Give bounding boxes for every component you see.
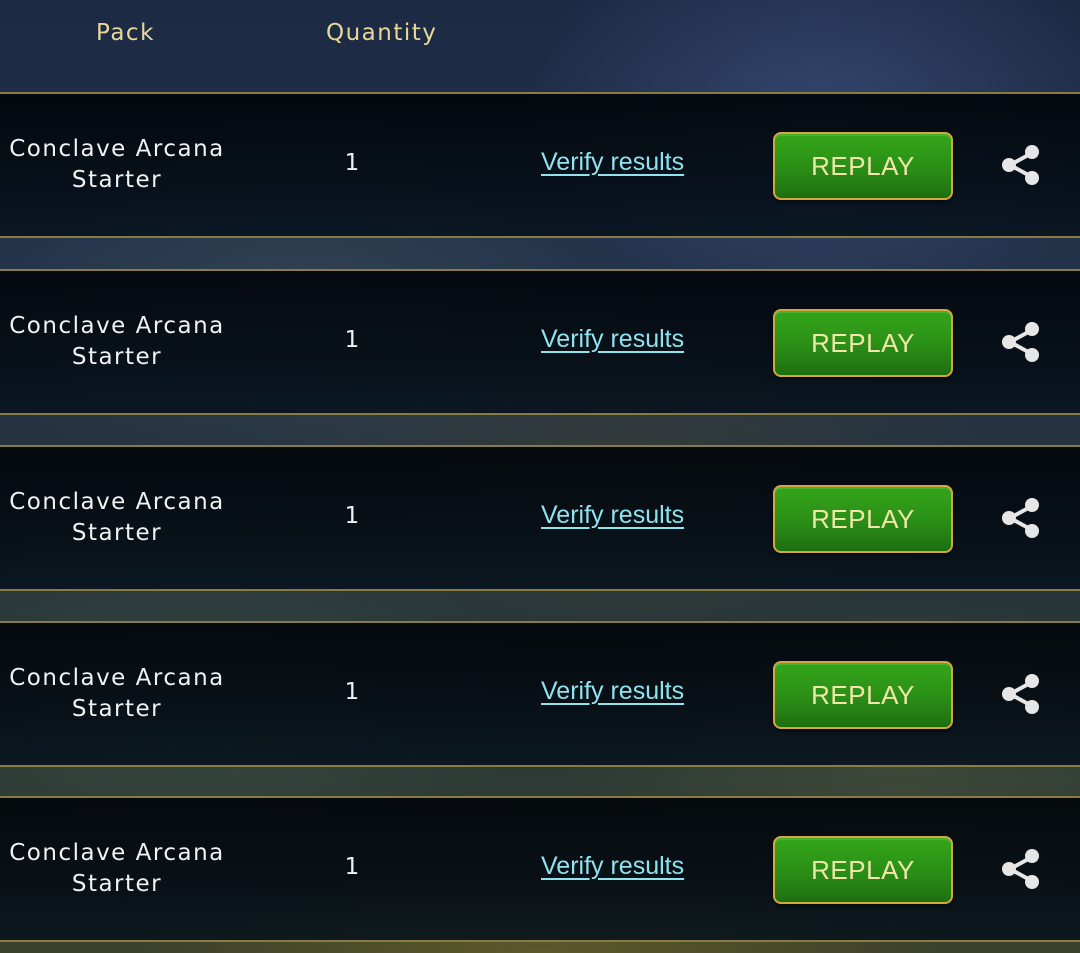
column-header-pack: Pack [96, 20, 155, 46]
pack-name: Conclave Arcana Starter [0, 663, 234, 725]
verify-results-link[interactable]: Verify results [541, 677, 684, 706]
pack-name-line1: Conclave Arcana [9, 313, 225, 339]
quantity-value: 1 [344, 503, 360, 529]
share-icon[interactable] [998, 495, 1044, 541]
pack-name-line1: Conclave Arcana [9, 136, 225, 162]
pack-name-line2: Starter [71, 520, 163, 546]
table-row: Conclave Arcana Starter 1 Verify results… [0, 92, 1080, 238]
verify-results-link[interactable]: Verify results [541, 325, 684, 354]
pack-name-line1: Conclave Arcana [9, 665, 225, 691]
quantity-value: 1 [344, 150, 360, 176]
table-row: Conclave Arcana Starter 1 Verify results… [0, 445, 1080, 591]
replay-button[interactable]: REPLAY [773, 309, 953, 377]
replay-button[interactable]: REPLAY [773, 836, 953, 904]
table-row: Conclave Arcana Starter 1 Verify results… [0, 796, 1080, 942]
pack-name: Conclave Arcana Starter [0, 487, 234, 549]
share-icon[interactable] [998, 319, 1044, 365]
replay-button[interactable]: REPLAY [773, 132, 953, 200]
pack-name-line2: Starter [71, 167, 163, 193]
table-row: Conclave Arcana Starter 1 Verify results… [0, 621, 1080, 767]
quantity-value: 1 [344, 854, 360, 880]
verify-results-link[interactable]: Verify results [541, 148, 684, 177]
pack-name: Conclave Arcana Starter [0, 838, 234, 900]
column-header-quantity: Quantity [326, 20, 438, 46]
replay-button[interactable]: REPLAY [773, 661, 953, 729]
replay-button[interactable]: REPLAY [773, 485, 953, 553]
pack-name-line1: Conclave Arcana [9, 840, 225, 866]
quantity-value: 1 [344, 327, 360, 353]
pack-name: Conclave Arcana Starter [0, 311, 234, 373]
share-icon[interactable] [998, 671, 1044, 717]
quantity-value: 1 [344, 679, 360, 705]
pack-name: Conclave Arcana Starter [0, 134, 234, 196]
table-header: Pack Quantity [0, 0, 1080, 92]
pack-name-line1: Conclave Arcana [9, 489, 225, 515]
share-icon[interactable] [998, 846, 1044, 892]
pack-name-line2: Starter [71, 696, 163, 722]
share-icon[interactable] [998, 142, 1044, 188]
verify-results-link[interactable]: Verify results [541, 852, 684, 881]
verify-results-link[interactable]: Verify results [541, 501, 684, 530]
table-row: Conclave Arcana Starter 1 Verify results… [0, 269, 1080, 415]
pack-name-line2: Starter [71, 344, 163, 370]
pack-name-line2: Starter [71, 871, 163, 897]
